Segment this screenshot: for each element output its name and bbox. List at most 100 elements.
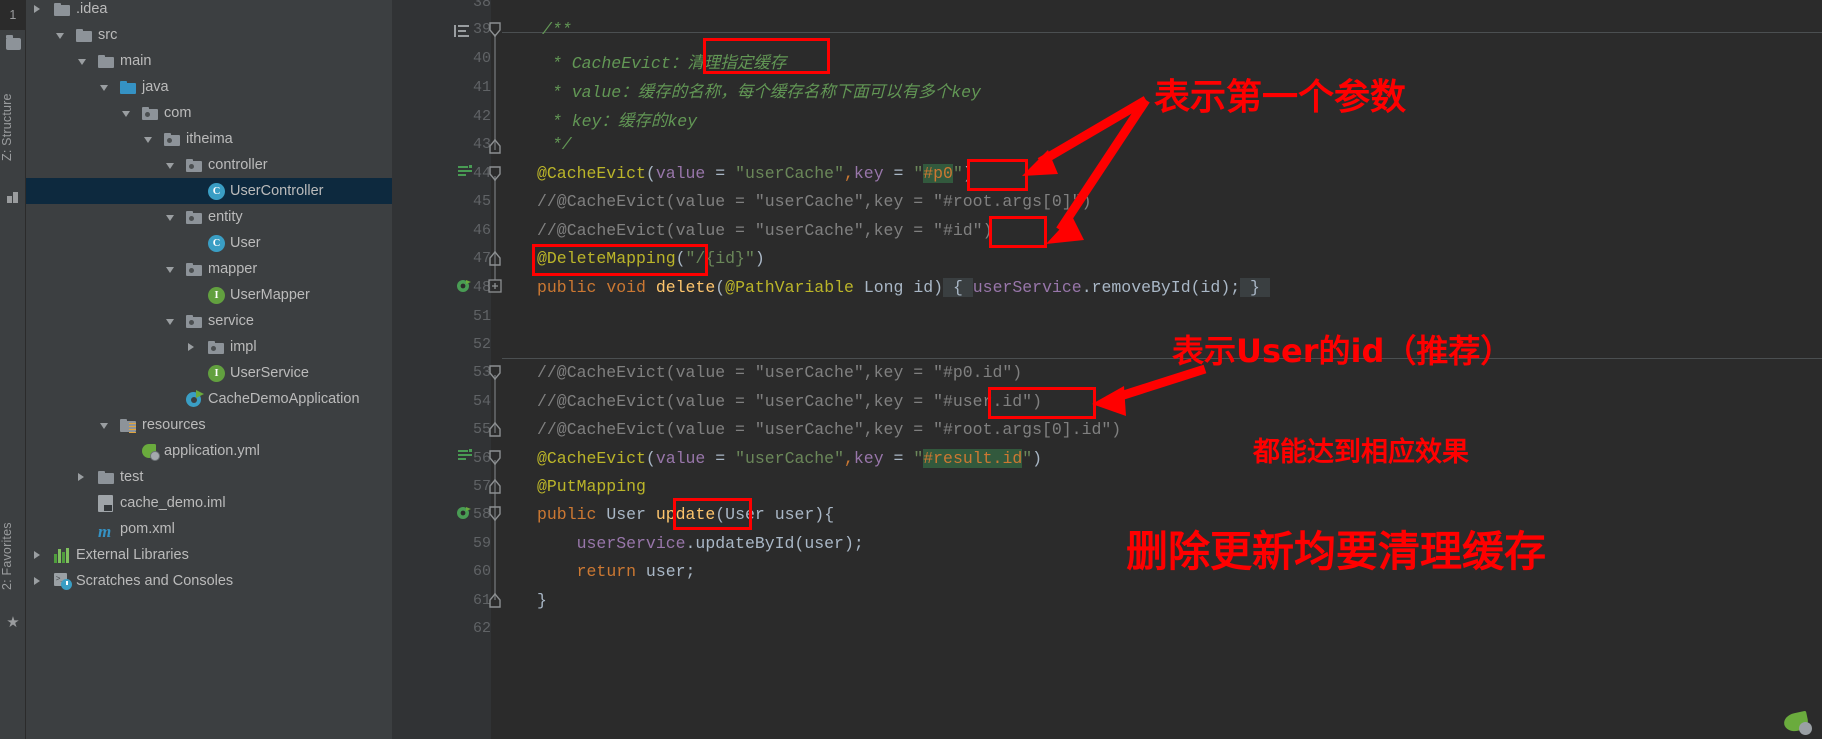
tree-item-itheima[interactable]: itheima <box>26 126 392 152</box>
tree-item-service[interactable]: service <box>26 308 392 334</box>
tree-item-user[interactable]: C User <box>26 230 392 256</box>
chevron-down-icon[interactable] <box>166 215 174 221</box>
tree-item-idea[interactable]: .idea <box>26 0 392 22</box>
tree-item-pom-xml[interactable]: m pom.xml <box>26 516 392 542</box>
tree-item-resources[interactable]: resources <box>26 412 392 438</box>
fold-handle-57[interactable] <box>488 478 502 499</box>
line-number: 45 <box>472 193 491 210</box>
code-line-58: public User update(User user){ <box>537 505 835 524</box>
fold-handle-55[interactable] <box>488 421 502 442</box>
idea-window: 1 Z: Structure 2: Favorites ★ .idea src ma… <box>0 0 1822 739</box>
chevron-down-icon[interactable] <box>144 137 152 143</box>
tree-item-controller[interactable]: controller <box>26 152 392 178</box>
structure-icon[interactable] <box>7 192 19 203</box>
line-number: 42 <box>472 108 491 125</box>
line-number: 53 <box>472 364 491 381</box>
tree-item-label: UserService <box>230 365 309 381</box>
tree-item-scratches-and-consoles[interactable]: >_ Scratches and Consoles <box>26 568 392 594</box>
spring-bean-gutter-icon-44[interactable] <box>458 164 472 178</box>
code-line-42: * key：缓存的key <box>542 112 698 131</box>
chevron-down-icon[interactable] <box>100 423 108 429</box>
line-number: 51 <box>472 308 491 325</box>
tree-item-label: main <box>120 53 152 69</box>
tree-item-src[interactable]: src <box>26 22 392 48</box>
spring-mapping-gutter-icon-58[interactable] <box>456 505 472 521</box>
project-tree[interactable]: .idea src main java com itheima controller C Use… <box>26 0 392 739</box>
fold-handle-47[interactable] <box>488 250 502 271</box>
tree-item-test[interactable]: test <box>26 464 392 490</box>
spring-mapping-gutter-icon-48[interactable] <box>456 278 472 294</box>
tree-item-main[interactable]: main <box>26 48 392 74</box>
tree-item-application-yml[interactable]: application.yml <box>26 438 392 464</box>
tree-item-com[interactable]: com <box>26 100 392 126</box>
fold-expand-48[interactable] <box>488 279 502 298</box>
external-libraries-icon <box>54 548 71 563</box>
spring-boot-status-icon <box>1782 709 1812 735</box>
code-editor[interactable]: 38 39 40 41 42 43 44 45 46 47 48 51 52 53 54 55 56 57 58 59… <box>392 0 1822 739</box>
tree-item-label: impl <box>230 339 257 355</box>
fold-handle-44[interactable] <box>488 166 502 187</box>
tree-item-entity[interactable]: entity <box>26 204 392 230</box>
fold-handle-43[interactable] <box>488 138 502 159</box>
chevron-right-icon[interactable] <box>188 343 194 351</box>
fold-handle-61[interactable] <box>488 592 502 613</box>
favorites-star-icon[interactable]: ★ <box>6 615 20 630</box>
resources-folder-icon <box>120 419 136 434</box>
java-interface-icon: I <box>208 287 225 304</box>
tree-item-label: itheima <box>186 131 233 147</box>
chevron-down-icon[interactable] <box>122 111 130 117</box>
structure-tool-tab[interactable]: Z: Structure <box>0 72 26 182</box>
tree-item-label: UserController <box>230 183 324 199</box>
chevron-right-icon[interactable] <box>34 5 40 13</box>
chevron-right-icon[interactable] <box>78 473 84 481</box>
chevron-right-icon[interactable] <box>34 577 40 585</box>
tree-item-userservice[interactable]: I UserService <box>26 360 392 386</box>
fold-handle-58[interactable] <box>488 506 502 527</box>
chevron-down-icon[interactable] <box>166 267 174 273</box>
chevron-down-icon[interactable] <box>166 319 174 325</box>
package-icon <box>164 133 180 146</box>
tree-item-usermapper[interactable]: I UserMapper <box>26 282 392 308</box>
package-icon <box>186 211 202 224</box>
project-tool-icon[interactable] <box>6 35 21 50</box>
line-number: 62 <box>472 620 491 637</box>
favorites-tool-tab[interactable]: 2: Favorites <box>0 500 26 612</box>
tree-item-label: External Libraries <box>76 547 189 563</box>
tree-item-label: CacheDemoApplication <box>208 391 360 407</box>
reformat-gutter-icon[interactable] <box>454 24 470 38</box>
code-line-55: //@CacheEvict(value = "userCache",key = … <box>537 420 1122 439</box>
tree-item-label: controller <box>208 157 268 173</box>
tree-item-external-libraries[interactable]: External Libraries <box>26 542 392 568</box>
tree-item-mapper[interactable]: mapper <box>26 256 392 282</box>
code-line-43: */ <box>542 135 572 154</box>
chevron-right-icon[interactable] <box>34 551 40 559</box>
chevron-down-icon[interactable] <box>56 33 64 39</box>
chevron-down-icon[interactable] <box>100 85 108 91</box>
spring-bean-gutter-icon-56[interactable] <box>458 448 472 462</box>
code-line-60: return user; <box>576 562 696 581</box>
editor-gutter[interactable]: 38 39 40 41 42 43 44 45 46 47 48 51 52 53 54 55 56 57 58 59… <box>392 0 491 739</box>
line-number: 59 <box>472 535 491 552</box>
code-line-45: //@CacheEvict(value = "userCache",key = … <box>537 192 1092 211</box>
code-line-59: userService.updateById(user); <box>576 534 864 553</box>
fold-handle-53[interactable] <box>488 365 502 386</box>
line-number: 57 <box>472 478 491 495</box>
spring-application-icon <box>186 390 205 408</box>
tree-item-label: Scratches and Consoles <box>76 573 234 589</box>
tree-item-cachedemoapplication[interactable]: CacheDemoApplication <box>26 386 392 412</box>
tree-item-java[interactable]: java <box>26 74 392 100</box>
tree-item-impl[interactable]: impl <box>26 334 392 360</box>
tree-item-cache-demo-iml[interactable]: cache_demo.iml <box>26 490 392 516</box>
chevron-down-icon[interactable] <box>78 59 86 65</box>
chevron-down-icon[interactable] <box>166 163 174 169</box>
fold-handle-56[interactable] <box>488 450 502 471</box>
folder-icon <box>98 471 114 484</box>
fold-handle-39[interactable] <box>488 22 502 43</box>
tree-item-label: .idea <box>76 1 108 17</box>
tree-item-label: resources <box>142 417 206 433</box>
line-number: 52 <box>472 336 491 353</box>
line-number: 43 <box>472 136 491 153</box>
line-number: 47 <box>472 250 491 267</box>
tree-item-usercontroller[interactable]: C UserController <box>26 178 392 204</box>
tree-item-label: mapper <box>208 261 258 277</box>
